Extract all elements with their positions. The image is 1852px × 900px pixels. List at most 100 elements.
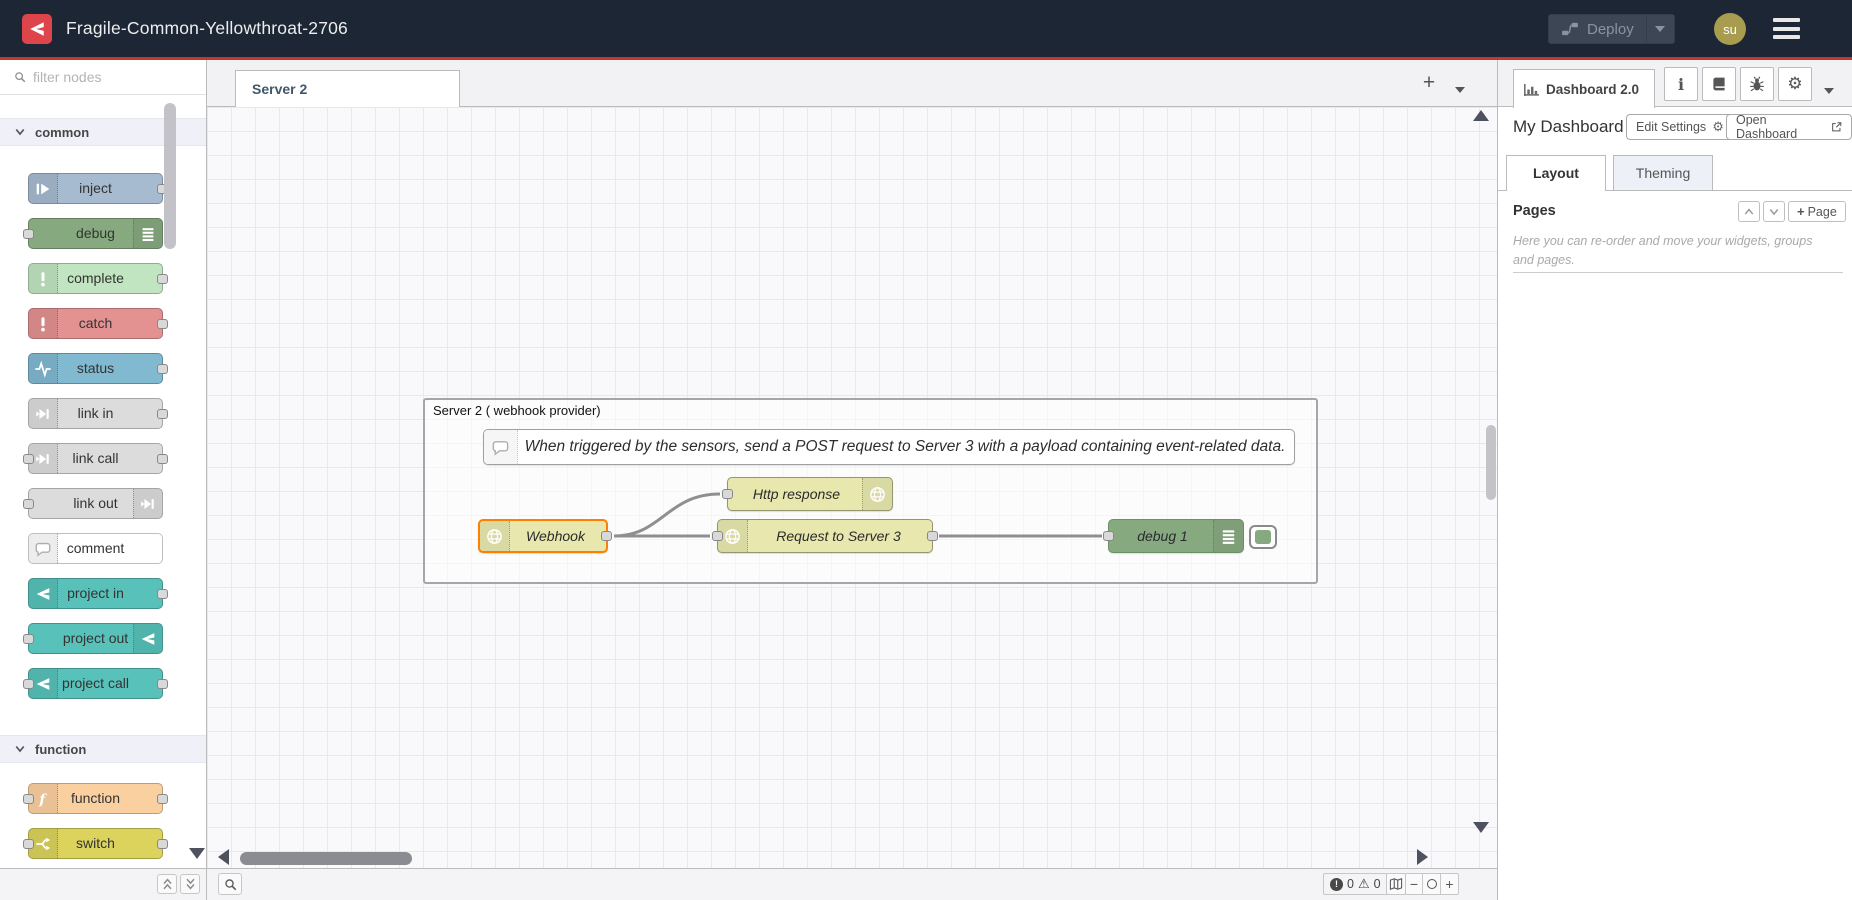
palette-node-project-in[interactable]: project in	[28, 578, 163, 609]
palette-node-comment[interactable]: comment	[28, 533, 163, 564]
node-port-out[interactable]	[157, 839, 168, 849]
tab-config-nodes[interactable]: ⚙	[1778, 67, 1812, 101]
minimap-toggle-button[interactable]	[1386, 873, 1406, 895]
open-dashboard-button[interactable]: Open Dashboard	[1726, 114, 1852, 140]
zoom-reset-button[interactable]	[1423, 873, 1441, 895]
bubble-icon	[29, 534, 58, 563]
plus-icon: +	[1797, 204, 1805, 219]
search-flows-button[interactable]	[218, 873, 242, 895]
palette-collapse-all-button[interactable]	[157, 874, 177, 894]
node-port-out[interactable]	[157, 589, 168, 599]
node-port-in[interactable]	[23, 679, 34, 689]
node-debug-1[interactable]: debug 1	[1108, 519, 1244, 553]
palette-node-catch[interactable]: catch	[28, 308, 163, 339]
debug-enable-toggle[interactable]	[1249, 525, 1277, 549]
flow-canvas[interactable]: Server 2 ( webhook provider) When trigge…	[207, 107, 1497, 868]
palette-node-link-call[interactable]: link call	[28, 443, 163, 474]
node-port-out[interactable]	[927, 531, 938, 541]
deploy-options-button[interactable]	[1646, 15, 1674, 43]
palette-scroll-down-icon[interactable]	[189, 848, 205, 859]
palette-node-link-in[interactable]: link in	[28, 398, 163, 429]
deploy-label: Deploy	[1587, 21, 1634, 38]
zoom-in-button[interactable]: +	[1441, 873, 1459, 895]
info-icon: i	[1678, 75, 1684, 94]
sidebar-options-button[interactable]	[1824, 81, 1834, 99]
node-port-out[interactable]	[157, 319, 168, 329]
flow-tab-server-2[interactable]: Server 2	[235, 70, 460, 107]
canvas-scroll-down-icon[interactable]	[1473, 822, 1489, 833]
app-logo-icon[interactable]	[22, 14, 52, 44]
notification-counts[interactable]: ! 0 ⚠ 0	[1323, 873, 1388, 895]
palette-node-debug[interactable]: debug	[28, 218, 163, 249]
chevron-down-icon	[15, 128, 25, 136]
canvas-scroll-left-icon[interactable]	[218, 849, 229, 865]
node-port-out[interactable]	[157, 454, 168, 464]
node-port-in[interactable]	[1103, 531, 1114, 541]
node-port-out[interactable]	[157, 409, 168, 419]
bang-icon	[29, 309, 58, 338]
palette-node-status[interactable]: status	[28, 353, 163, 384]
edit-settings-button[interactable]: Edit Settings ⚙	[1626, 114, 1734, 140]
add-page-button[interactable]: + Page	[1788, 201, 1846, 222]
palette-node-function[interactable]: function	[28, 783, 163, 814]
comment-node[interactable]: When triggered by the sensors, send a PO…	[483, 429, 1295, 465]
user-avatar[interactable]: su	[1714, 13, 1746, 45]
tab-info[interactable]: i	[1664, 67, 1698, 101]
node-palette: commoninjectdebugcompletecatchstatuslink…	[0, 60, 207, 868]
zoom-out-button[interactable]: −	[1405, 873, 1423, 895]
palette-search[interactable]	[0, 60, 207, 95]
palette-node-project-out[interactable]: project out	[28, 623, 163, 654]
palette-expand-all-button[interactable]	[180, 874, 200, 894]
move-page-up-button[interactable]	[1738, 201, 1760, 222]
deploy-icon	[1561, 22, 1579, 36]
main-menu-button[interactable]	[1773, 18, 1800, 44]
tab-theming[interactable]: Theming	[1613, 155, 1713, 191]
node-label: Request to Server 3	[749, 520, 928, 552]
node-port-in[interactable]	[23, 499, 34, 509]
canvas-hscrollbar-thumb[interactable]	[240, 852, 412, 865]
project-icon	[29, 579, 58, 608]
node-port-in[interactable]	[23, 634, 34, 644]
node-http-response[interactable]: Http response	[727, 477, 893, 511]
palette-node-link-out[interactable]: link out	[28, 488, 163, 519]
move-page-down-button[interactable]	[1763, 201, 1785, 222]
canvas-vscrollbar-thumb[interactable]	[1486, 425, 1496, 500]
canvas-scroll-up-icon[interactable]	[1473, 110, 1489, 121]
node-port-out[interactable]	[601, 531, 612, 541]
node-port-in[interactable]	[23, 839, 34, 849]
palette-node-inject[interactable]: inject	[28, 173, 163, 204]
right-sidebar: Dashboard 2.0 i ⚙ My Dashboard Edit Sett…	[1497, 60, 1852, 900]
zoom-reset-icon	[1427, 879, 1437, 889]
node-port-out[interactable]	[157, 364, 168, 374]
deploy-button[interactable]: Deploy	[1548, 14, 1675, 44]
node-request-to-server-3[interactable]: Request to Server 3	[717, 519, 933, 553]
node-port-in[interactable]	[23, 229, 34, 239]
palette-search-input[interactable]	[33, 69, 183, 85]
node-port-in[interactable]	[722, 489, 733, 499]
add-flow-button[interactable]: +	[1415, 69, 1443, 97]
tab-debug-messages[interactable]	[1740, 67, 1774, 101]
debug-list-icon	[1213, 520, 1243, 552]
wire-webhook-http[interactable]	[614, 494, 720, 536]
zoom-controls: − +	[1405, 873, 1459, 895]
palette-node-complete[interactable]: complete	[28, 263, 163, 294]
node-port-out[interactable]	[157, 274, 168, 284]
tab-help[interactable]	[1702, 67, 1736, 101]
node-port-in[interactable]	[23, 454, 34, 464]
node-port-in[interactable]	[23, 794, 34, 804]
comment-bubble-icon	[484, 430, 518, 464]
tab-layout[interactable]: Layout	[1506, 155, 1606, 191]
tab-dashboard-2[interactable]: Dashboard 2.0	[1513, 69, 1655, 108]
palette-category-function[interactable]: function	[0, 735, 207, 763]
node-port-in[interactable]	[712, 531, 723, 541]
node-port-out[interactable]	[157, 679, 168, 689]
linkin-icon	[133, 489, 162, 518]
node-port-out[interactable]	[157, 794, 168, 804]
flow-list-button[interactable]	[1455, 80, 1465, 98]
canvas-scroll-right-icon[interactable]	[1417, 849, 1428, 865]
palette-node-project-call[interactable]: project call	[28, 668, 163, 699]
node-webhook[interactable]: Webhook	[478, 519, 608, 553]
chevron-down-icon	[1769, 208, 1779, 216]
palette-node-switch[interactable]: switch	[28, 828, 163, 859]
palette-scrollbar-thumb[interactable]	[164, 103, 176, 249]
